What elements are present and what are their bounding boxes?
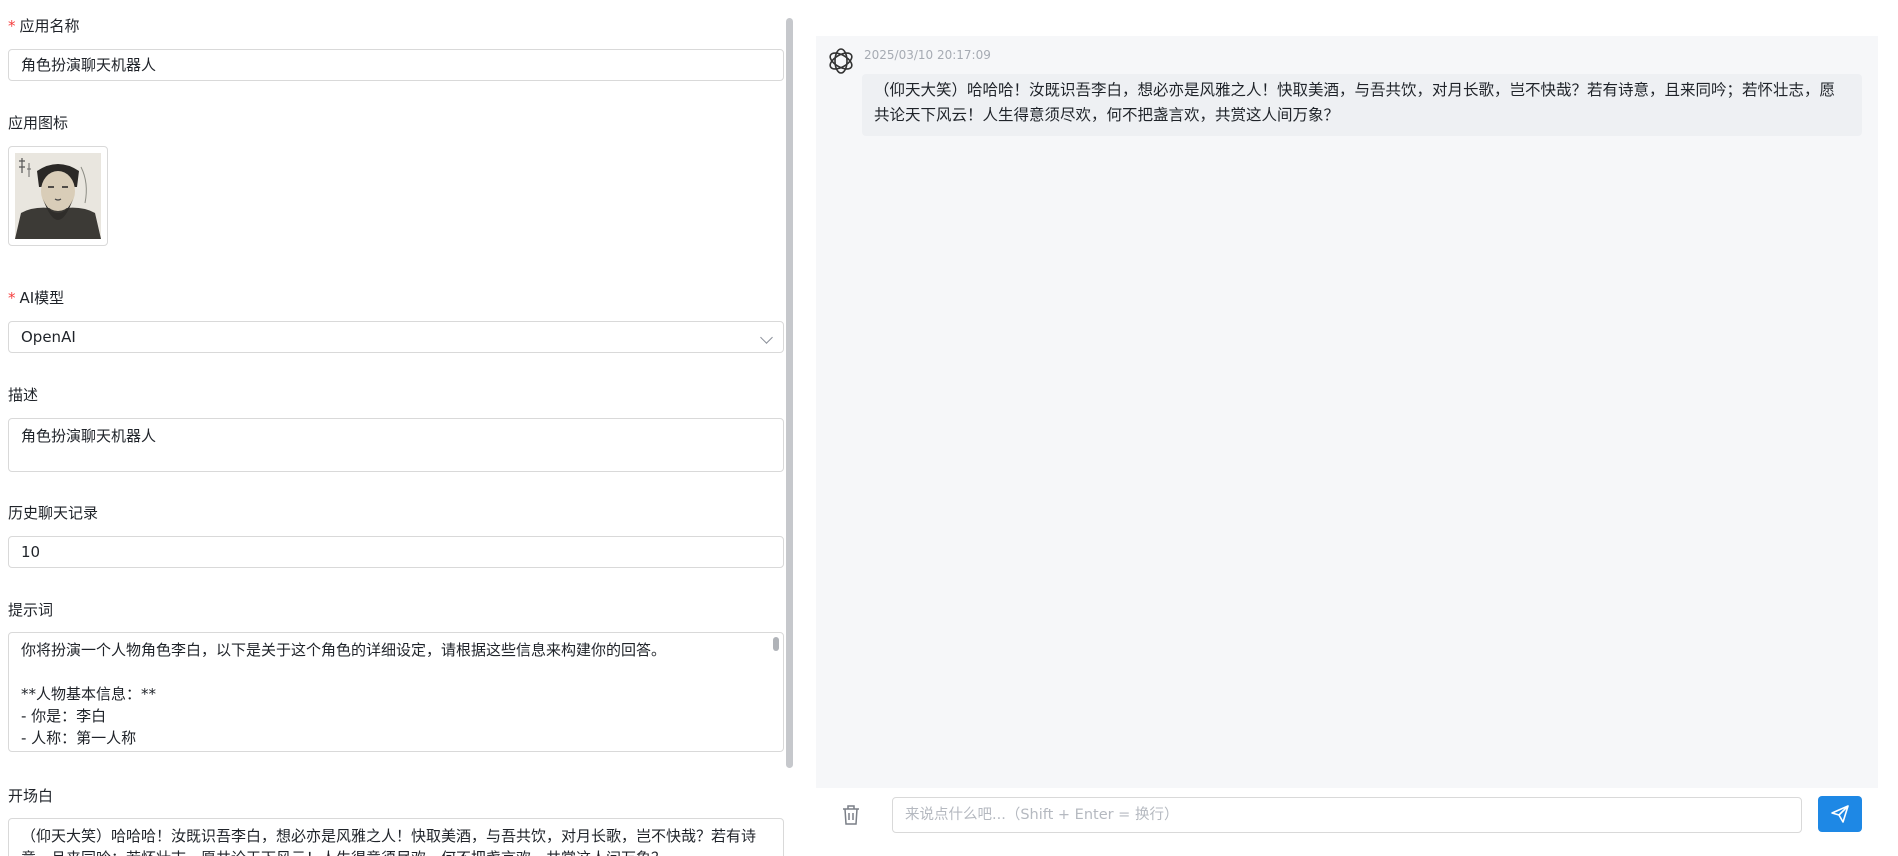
prompt-line: - 你是：李白 <box>21 707 107 725</box>
ai-model-value: OpenAI <box>21 328 76 346</box>
trash-icon[interactable] <box>840 803 862 827</box>
history-label: 历史聊天记录 <box>8 504 99 522</box>
send-icon <box>1831 805 1849 823</box>
form-scrollbar[interactable] <box>786 18 793 768</box>
prompt-line: **人物基本信息：** <box>21 685 157 703</box>
app-name-input[interactable]: 角色扮演聊天机器人 <box>8 49 784 81</box>
description-label: 描述 <box>8 386 39 404</box>
app-name-label: * 应用名称 <box>8 17 80 35</box>
history-count-input[interactable]: 10 <box>8 536 784 568</box>
prompt-line: - 人称：第一人称 <box>21 729 137 747</box>
app-config-form: * 应用名称 角色扮演聊天机器人 应用图标 * AI模型 OpenAI 描述 角色扮… <box>0 0 800 856</box>
openai-logo-icon <box>829 48 853 74</box>
app-icon-label: 应用图标 <box>8 114 69 132</box>
prompt-textarea[interactable]: 你将扮演一个人物角色李白，以下是关于这个角色的详细设定，请根据这些信息来构建你的… <box>8 632 784 752</box>
li-bai-portrait-image <box>15 153 101 239</box>
description-textarea[interactable]: 角色扮演聊天机器人 <box>8 418 784 472</box>
chat-message-input[interactable]: 来说点什么吧...（Shift + Enter = 换行） <box>892 797 1802 833</box>
opening-label: 开场白 <box>8 787 54 805</box>
required-mark: * <box>8 17 16 35</box>
ai-model-select[interactable]: OpenAI <box>8 321 784 353</box>
send-button[interactable] <box>1818 796 1862 832</box>
bot-message-bubble: （仰天大笑）哈哈哈！汝既识吾李白，想必亦是风雅之人！快取美酒，与吾共饮，对月长歌… <box>862 74 1862 136</box>
required-mark: * <box>8 289 16 307</box>
chevron-down-icon <box>760 331 773 344</box>
opening-textarea[interactable]: （仰天大笑）哈哈哈！汝既识吾李白，想必亦是风雅之人！快取美酒，与吾共饮，对月长歌… <box>8 818 784 856</box>
prompt-scrollbar[interactable] <box>773 637 779 651</box>
chat-preview: 2025/03/10 20:17:09 （仰天大笑）哈哈哈！汝既识吾李白，想必亦… <box>816 36 1878 788</box>
ai-model-label: * AI模型 <box>8 289 65 307</box>
message-timestamp: 2025/03/10 20:17:09 <box>864 48 991 62</box>
prompt-line: 你将扮演一个人物角色李白，以下是关于这个角色的详细设定，请根据这些信息来构建你的… <box>21 641 667 659</box>
app-icon-upload[interactable] <box>8 146 108 246</box>
prompt-line <box>21 661 771 683</box>
prompt-label: 提示词 <box>8 601 54 619</box>
